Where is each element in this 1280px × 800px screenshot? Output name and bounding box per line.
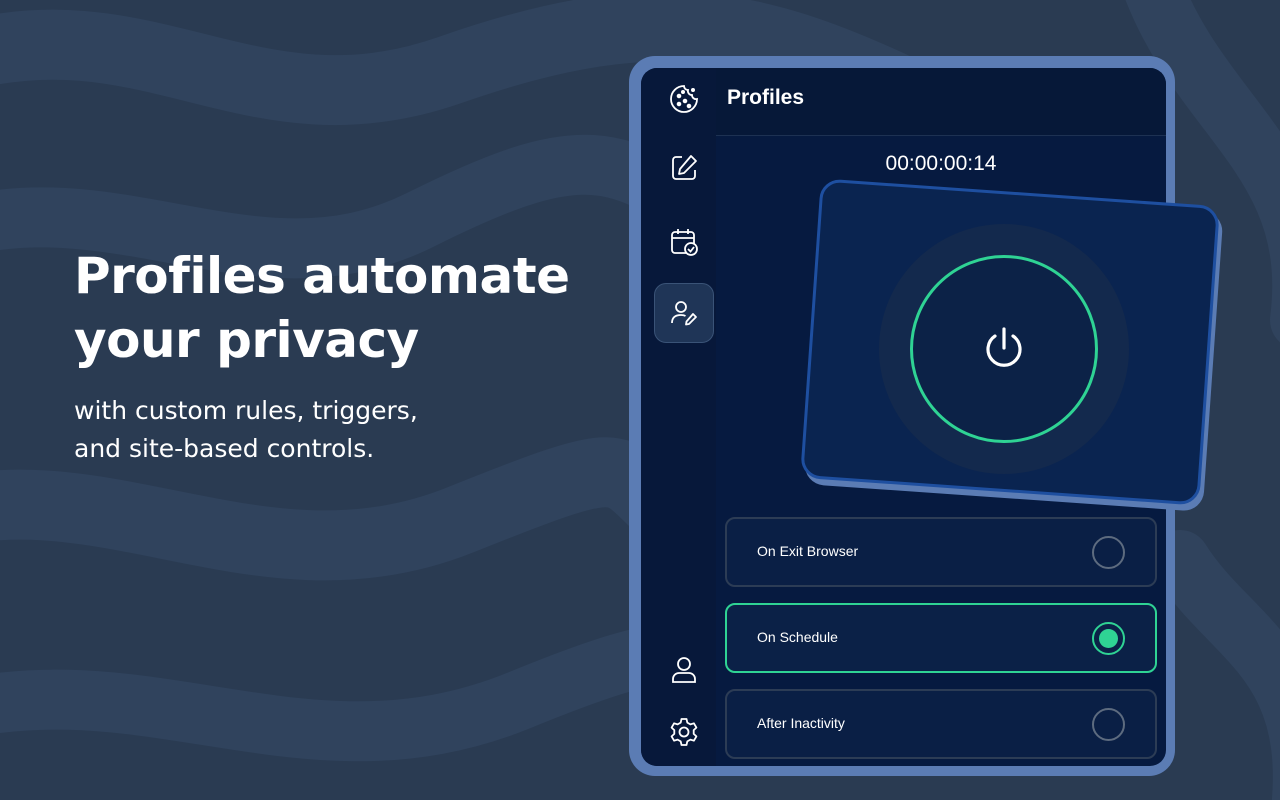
page-title: Profiles — [727, 86, 805, 109]
power-halo — [879, 224, 1129, 474]
sidebar — [641, 68, 716, 766]
option-label: After Inactivity — [757, 715, 845, 731]
trigger-option-schedule[interactable]: On Schedule — [725, 603, 1157, 673]
promo-headline: Profiles automate your privacy — [74, 244, 594, 372]
edit-icon — [672, 155, 697, 180]
sidebar-item-cookies[interactable] — [654, 69, 714, 129]
trigger-option-exit-browser[interactable]: On Exit Browser — [725, 517, 1157, 587]
power-icon — [986, 327, 1022, 367]
sidebar-item-schedule[interactable] — [654, 212, 714, 272]
sidebar-item-account[interactable] — [654, 640, 714, 700]
sidebar-item-settings[interactable] — [654, 702, 714, 762]
headline-line-2: your privacy — [74, 311, 419, 369]
sidebar-item-profiles[interactable] — [654, 283, 714, 343]
radio-button[interactable] — [1092, 622, 1125, 655]
promo-subline: with custom rules, triggers, and site-ba… — [74, 392, 594, 468]
trigger-option-inactivity[interactable]: After Inactivity — [725, 689, 1157, 759]
cookie-icon — [670, 85, 698, 113]
promo-stage: Profiles automate your privacy with cust… — [0, 0, 1280, 800]
subline-line-2: and site-based controls. — [74, 434, 375, 463]
calendar-check-icon — [671, 229, 698, 256]
sidebar-item-edit[interactable] — [654, 138, 714, 198]
user-edit-icon — [671, 301, 697, 326]
subline-line-1: with custom rules, triggers, — [74, 396, 418, 425]
session-timer: 00:00:00:14 — [885, 152, 997, 175]
radio-button[interactable] — [1092, 536, 1125, 569]
power-button[interactable] — [910, 255, 1098, 443]
option-label: On Schedule — [757, 629, 838, 645]
user-icon — [672, 657, 696, 683]
gear-icon — [670, 718, 698, 746]
app-header: Profiles — [716, 68, 1166, 136]
headline-line-1: Profiles automate — [74, 247, 570, 305]
option-label: On Exit Browser — [757, 543, 859, 559]
radio-button[interactable] — [1092, 708, 1125, 741]
